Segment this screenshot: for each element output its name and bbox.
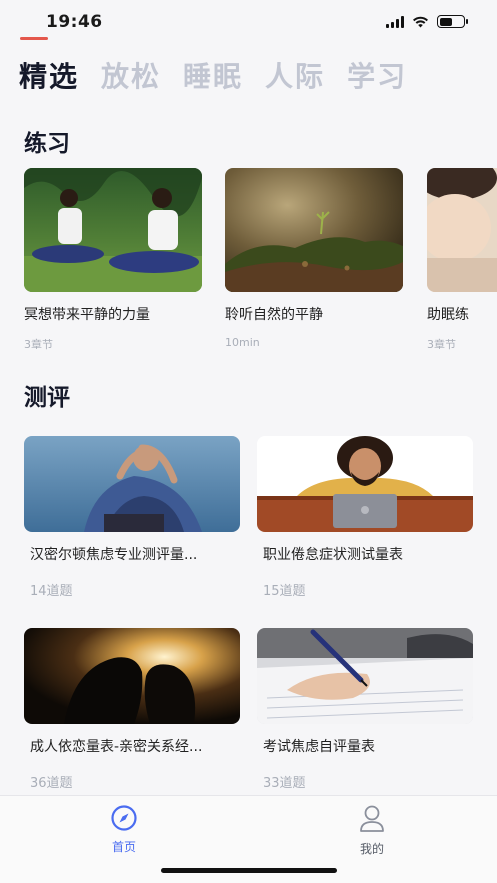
assessment-section-title: 测评 [24, 385, 70, 411]
assessment-card-title: 职业倦怠症状测试量表 [263, 547, 403, 563]
assessment-card-meta: 14道题 [30, 584, 73, 599]
assessment-card-title: 成人依恋量表-亲密关系经... [30, 739, 203, 755]
tab-study[interactable]: 学习 [347, 55, 407, 95]
tab-featured[interactable]: 精选 [19, 55, 79, 95]
assessment-card[interactable]: 汉密尔顿焦虑专业测评量... 14道题 [24, 436, 240, 599]
status-icons [386, 15, 468, 28]
assessment-card-title: 考试焦虑自评量表 [263, 739, 375, 755]
sleeping-baby-image [427, 168, 497, 292]
couple-silhouette-image [24, 628, 240, 724]
assessment-card[interactable]: 职业倦怠症状测试量表 15道题 [257, 436, 473, 599]
exam-writing-image [257, 628, 473, 724]
practice-card-title: 聆听自然的平静 [225, 307, 323, 323]
nav-home[interactable]: 首页 [84, 804, 164, 855]
practice-card-meta: 3章节 [24, 338, 53, 351]
assessment-card-meta: 33道题 [263, 776, 306, 791]
assessment-card[interactable]: 成人依恋量表-亲密关系经... 36道题 [24, 628, 240, 791]
active-tab-indicator [20, 37, 48, 40]
practice-card[interactable]: 冥想带来平静的力量 3章节 [24, 168, 202, 352]
nav-profile-label: 我的 [359, 842, 384, 856]
assessment-card-meta: 15道题 [263, 584, 306, 599]
status-bar: 19:46 [0, 0, 497, 46]
practice-card-title: 冥想带来平静的力量 [24, 307, 150, 323]
cellular-signal-icon [386, 15, 404, 28]
practice-card-meta: 10min [225, 336, 260, 349]
wifi-icon [413, 16, 428, 27]
meditation-girls-image [24, 168, 202, 292]
anxious-man-image [24, 436, 240, 532]
home-indicator [161, 868, 337, 873]
compass-icon [111, 805, 137, 831]
forest-floor-image [225, 168, 403, 292]
user-icon [360, 805, 384, 832]
practice-card[interactable]: 助眠练 3章节 [427, 168, 497, 352]
tab-relax[interactable]: 放松 [101, 55, 161, 95]
nav-home-label: 首页 [111, 840, 136, 854]
burnout-laptop-image [257, 436, 473, 532]
practice-card-meta: 3章节 [427, 338, 456, 351]
category-tabs: 精选 放松 睡眠 人际 学习 [19, 55, 407, 95]
assessment-card[interactable]: 考试焦虑自评量表 33道题 [257, 628, 473, 791]
practice-carousel[interactable]: 冥想带来平静的力量 3章节 聆听自然的平静 10min 助眠练 3章节 [24, 168, 497, 353]
nav-profile[interactable]: 我的 [332, 804, 412, 857]
status-time: 19:46 [46, 12, 103, 32]
battery-icon [437, 15, 468, 28]
practice-card[interactable]: 聆听自然的平静 10min [225, 168, 403, 349]
practice-section-title: 练习 [24, 131, 70, 157]
assessment-card-title: 汉密尔顿焦虑专业测评量... [30, 547, 198, 563]
tab-sleep[interactable]: 睡眠 [183, 55, 243, 95]
practice-card-title: 助眠练 [427, 307, 469, 323]
assessment-card-meta: 36道题 [30, 776, 73, 791]
tab-relationships[interactable]: 人际 [265, 55, 325, 95]
